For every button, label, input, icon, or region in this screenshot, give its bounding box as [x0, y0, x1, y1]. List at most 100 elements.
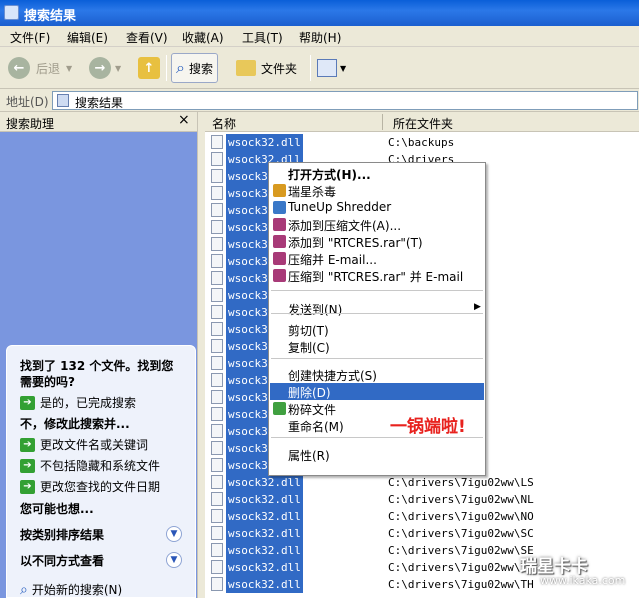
ctx-cut[interactable]: 剪切(T): [270, 321, 484, 338]
context-menu-label: 创建快捷方式(S): [288, 369, 377, 383]
dll-file-icon: [211, 390, 223, 404]
back-label: 后退: [36, 61, 61, 76]
menu-tools[interactable]: 工具(T): [242, 29, 283, 46]
dll-file-icon: [211, 186, 223, 200]
sort-by-category-link[interactable]: 按类别排序结果: [20, 527, 185, 543]
sidebar-title: 搜索助理: [6, 117, 55, 131]
file-row[interactable]: wsock32.dll C:\drivers\7igu02ww\NL: [205, 491, 639, 508]
exclude-hidden-link[interactable]: ➔ 不包括隐藏和系统文件: [20, 457, 160, 474]
file-name[interactable]: wsock32.dll: [226, 559, 303, 576]
chevron-down-icon: ▼: [115, 63, 122, 73]
dll-file-icon: [211, 509, 223, 523]
refine-name-link[interactable]: ➔ 更改文件名或关键词: [20, 436, 148, 453]
file-row[interactable]: wsock32.dll C:\drivers\7igu02ww\NO: [205, 508, 639, 525]
file-name[interactable]: wsock32.dll: [226, 134, 303, 151]
folders-button[interactable]: 文件夹: [236, 53, 297, 83]
dll-file-icon: [211, 526, 223, 540]
dll-file-icon: [211, 305, 223, 319]
column-separator[interactable]: [382, 114, 383, 130]
ctx-send-to[interactable]: 发送到(N) ▶: [270, 300, 484, 317]
yes-done-label: 是的，已完成搜索: [40, 396, 137, 410]
file-name[interactable]: wsock32.dll: [226, 576, 303, 593]
column-name[interactable]: 名称: [212, 115, 236, 132]
forward-button[interactable]: → ▼: [89, 53, 121, 83]
back-button[interactable]: ← 后退 ▼: [8, 53, 72, 83]
search-icon: ⌕: [20, 581, 28, 598]
menu-file[interactable]: 文件(F): [10, 29, 50, 46]
menu-edit[interactable]: 编辑(E): [67, 29, 108, 46]
exclude-hidden-label: 不包括隐藏和系统文件: [40, 459, 161, 473]
dll-file-icon: [211, 543, 223, 557]
winrar-icon: [273, 218, 286, 231]
ctx-properties[interactable]: 属性(R): [270, 446, 484, 463]
menu-separator: [271, 290, 483, 291]
dll-file-icon: [211, 220, 223, 234]
ctx-compress-rtcres-email[interactable]: 压缩到 "RTCRES.rar" 并 E-mail: [270, 267, 484, 284]
file-name[interactable]: wsock32.dll: [226, 525, 303, 542]
pane-divider[interactable]: [197, 112, 205, 598]
green-arrow-icon: ➔: [20, 395, 35, 410]
chevron-down-icon[interactable]: ▼: [166, 526, 182, 542]
ctx-add-to-archive[interactable]: 添加到压缩文件(A)...: [270, 216, 484, 233]
up-folder-button[interactable]: ↑: [138, 53, 160, 83]
view-differently-link[interactable]: 以不同方式查看: [20, 553, 185, 569]
dll-file-icon: [211, 475, 223, 489]
context-menu-label: 复制(C): [288, 341, 330, 355]
ctx-delete[interactable]: 删除(D): [270, 383, 484, 400]
file-row[interactable]: wsock32.dll C:\drivers\7igu02ww\SC: [205, 525, 639, 542]
ctx-add-to-rtcres[interactable]: 添加到 "RTCRES.rar"(T): [270, 233, 484, 250]
dll-file-icon: [211, 288, 223, 302]
chevron-down-icon[interactable]: ▼: [166, 552, 182, 568]
ctx-rising-antivirus[interactable]: 瑞星杀毒: [270, 182, 484, 199]
views-icon: [317, 59, 337, 77]
menu-favorites[interactable]: 收藏(A): [182, 29, 224, 46]
ctx-tuneup-shredder[interactable]: TuneUp Shredder: [270, 199, 484, 216]
dll-file-icon: [211, 237, 223, 251]
title-bar: 搜索结果: [0, 0, 639, 26]
context-menu-label: TuneUp Shredder: [288, 200, 392, 214]
search-companion-pane: 找到了 132 个文件。找到您需要的吗? ➔ 是的，已完成搜索 不，修改此搜索并…: [0, 132, 197, 598]
file-folder: C:\drivers\7igu02ww\NO: [388, 510, 534, 523]
search-button[interactable]: ⌕ 搜索: [171, 53, 218, 83]
rising-lion-icon: [273, 184, 286, 197]
yes-done-link[interactable]: ➔ 是的，已完成搜索: [20, 394, 136, 411]
change-date-link[interactable]: ➔ 更改您查找的文件日期: [20, 478, 160, 495]
address-input[interactable]: 搜索结果: [52, 91, 638, 110]
file-row[interactable]: wsock32.dll C:\backups: [205, 134, 639, 151]
search-results-box: 找到了 132 个文件。找到您需要的吗? ➔ 是的，已完成搜索 不，修改此搜索并…: [6, 345, 196, 598]
ctx-open-with[interactable]: 打开方式(H)...: [270, 165, 484, 182]
file-name[interactable]: wsock32.dll: [226, 491, 303, 508]
ctx-compress-email[interactable]: 压缩并 E-mail...: [270, 250, 484, 267]
winrar-icon: [273, 252, 286, 265]
address-label: 地址(D): [6, 95, 49, 109]
column-folder[interactable]: 所在文件夹: [393, 115, 453, 132]
menu-view[interactable]: 查看(V): [126, 29, 168, 46]
annotation-text: 一锅端啦!: [390, 417, 466, 437]
context-menu-label: 重命名(M): [288, 420, 344, 434]
file-row[interactable]: wsock32.dll C:\drivers\7igu02ww\LS: [205, 474, 639, 491]
menu-bar: 文件(F) 编辑(E) 查看(V) 收藏(A) 工具(T) 帮助(H): [0, 26, 639, 47]
search-icon: ⌕: [176, 58, 185, 77]
chevron-down-icon: ▼: [66, 63, 73, 73]
dll-file-icon: [211, 322, 223, 336]
file-name[interactable]: wsock32.dll: [226, 542, 303, 559]
dll-file-icon: [211, 577, 223, 591]
ctx-copy[interactable]: 复制(C): [270, 338, 484, 355]
file-name[interactable]: wsock32.dll: [226, 474, 303, 491]
folders-label: 文件夹: [261, 61, 298, 76]
views-button[interactable]: ▼: [317, 53, 346, 83]
toolbar: ← 后退 ▼ → ▼ ↑ ⌕ 搜索 文件夹 ▼: [0, 47, 639, 89]
ctx-create-shortcut[interactable]: 创建快捷方式(S): [270, 366, 484, 383]
toolbar-separator: [310, 55, 311, 81]
green-arrow-icon: ➔: [20, 458, 35, 473]
new-search-link[interactable]: ⌕ 开始新的搜索(N): [20, 581, 122, 598]
window-title: 搜索结果: [24, 9, 77, 24]
close-icon[interactable]: ×: [178, 112, 190, 128]
menu-help[interactable]: 帮助(H): [299, 29, 341, 46]
dll-file-icon: [211, 356, 223, 370]
context-menu-label: 属性(R): [288, 449, 330, 463]
up-folder-icon: ↑: [138, 57, 160, 79]
change-date-label: 更改您查找的文件日期: [40, 480, 161, 494]
file-name[interactable]: wsock32.dll: [226, 508, 303, 525]
file-folder: C:\drivers\7igu02ww\SE: [388, 544, 534, 557]
